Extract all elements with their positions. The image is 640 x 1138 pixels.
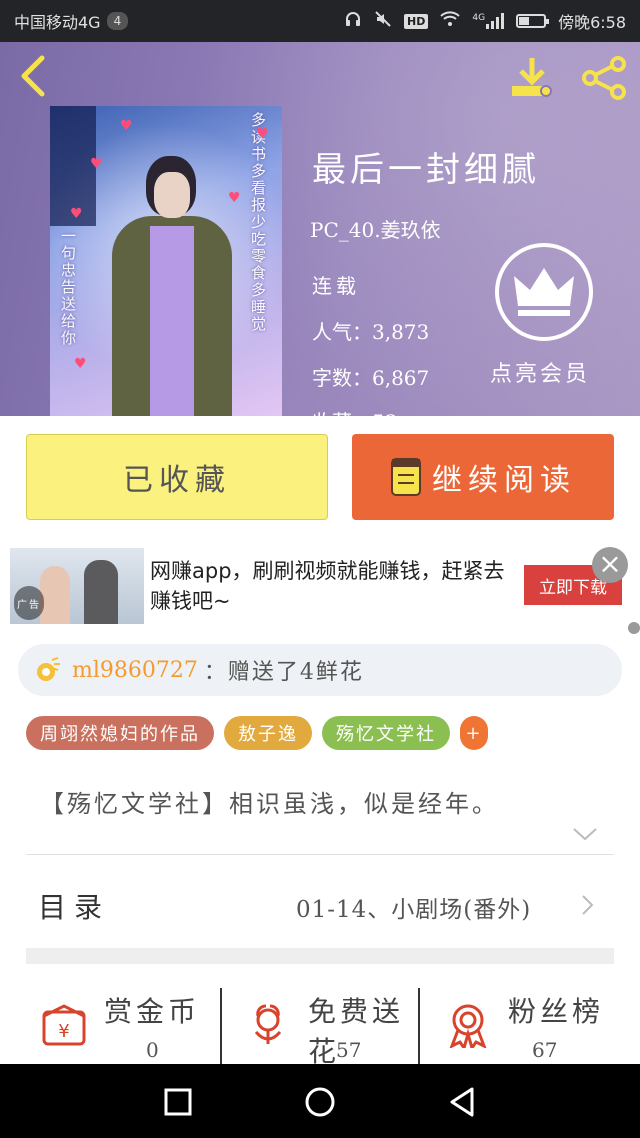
- stat-divider: [220, 988, 222, 1064]
- add-tag-button[interactable]: +: [460, 716, 488, 750]
- share-icon: [582, 56, 626, 100]
- tag-item[interactable]: 周翊然媳妇的作品: [26, 716, 214, 750]
- gift-message: ：赠送了4鲜花: [203, 660, 364, 685]
- notification-count-badge: 4: [106, 12, 129, 30]
- back-button[interactable]: [14, 54, 54, 98]
- book-word-count: 字数：6,867: [312, 366, 430, 390]
- heart-icon: ♥: [228, 190, 241, 206]
- coin-envelope-icon: ¥: [42, 1004, 86, 1046]
- section-gap: [26, 948, 614, 964]
- back-nav-icon[interactable]: [444, 1084, 480, 1120]
- crown-icon[interactable]: [494, 242, 594, 342]
- member-label[interactable]: 点亮会员: [490, 356, 590, 388]
- headphones-icon: [344, 10, 362, 32]
- home-icon[interactable]: [302, 1084, 338, 1120]
- tag-list: 周翊然媳妇的作品 敖子逸 殇忆文学社 +: [26, 716, 488, 750]
- heart-icon: ♥: [74, 356, 87, 372]
- continue-reading-button[interactable]: 继续阅读: [352, 434, 614, 520]
- gift-notice: ml9860727 ：赠送了4鲜花: [18, 644, 622, 696]
- reward-coins-value: 0: [146, 1038, 159, 1062]
- continue-reading-label: 继续阅读: [432, 463, 576, 498]
- catalog-label: 目录: [38, 891, 111, 924]
- tag-item[interactable]: 殇忆文学社: [322, 716, 450, 750]
- chevron-down-icon[interactable]: [572, 826, 598, 842]
- flower-icon: [254, 1004, 282, 1044]
- book-status: 连载: [312, 274, 360, 298]
- book-header: 一句忠告送给你 多读书多看报少吃零食多睡觉 ♥ ♥ ♥ ♥ ♥ ♥ 最后一封细腻…: [0, 42, 640, 416]
- medal-icon: [449, 1004, 487, 1048]
- heart-icon: ♥: [70, 206, 83, 222]
- cover-text-left: 一句忠告送给你: [59, 228, 77, 347]
- ad-info-icon[interactable]: [628, 622, 640, 634]
- book-popularity: 人气：3,873: [312, 320, 430, 344]
- wifi-icon: [440, 11, 461, 31]
- heart-icon: ♥: [120, 118, 133, 134]
- book-author[interactable]: PC_40.姜玖依: [310, 214, 441, 243]
- collected-button[interactable]: 已收藏: [26, 434, 328, 520]
- reward-coins-button[interactable]: ¥ 赏金币 0: [20, 964, 216, 1064]
- network-type-label: 4G: [472, 13, 486, 23]
- book-title: 最后一封细腻: [312, 150, 540, 190]
- bottom-stats: ¥ 赏金币 0 免费送花 57 粉丝榜 67: [0, 964, 640, 1068]
- battery-icon: [516, 14, 550, 28]
- heart-icon: ♥: [256, 126, 269, 142]
- cover-text-right: 多读书多看报少吃零食多睡觉: [249, 112, 267, 333]
- catalog-row[interactable]: 目录 01-14、小剧场(番外): [0, 856, 640, 948]
- ad-text: 网赚app，刷刷视频就能赚钱，赶紧去赚钱吧~: [150, 559, 505, 613]
- download-button[interactable]: [508, 54, 556, 102]
- svg-text:¥: ¥: [58, 1021, 69, 1042]
- chevron-right-icon: [582, 895, 594, 915]
- book-favorites-count: 收藏：53: [312, 406, 397, 416]
- reward-coins-label: 赏金币: [104, 995, 201, 1028]
- ad-thumbnail: 广告: [10, 548, 144, 624]
- free-flowers-label: 免费送花: [308, 995, 405, 1068]
- book-cover-image[interactable]: 一句忠告送给你 多读书多看报少吃零食多睡觉 ♥ ♥ ♥ ♥ ♥ ♥: [50, 106, 282, 416]
- free-flowers-value: 57: [336, 1038, 362, 1062]
- divider: [26, 854, 614, 855]
- status-bar: 中国移动4G 4 HD 4G 傍晚6:58: [0, 0, 640, 42]
- recent-apps-icon[interactable]: [160, 1084, 196, 1120]
- system-nav-bar: [0, 1064, 640, 1138]
- mute-icon: [374, 10, 392, 32]
- flower-icon: [37, 657, 60, 681]
- book-icon: [391, 458, 421, 496]
- ad-close-button[interactable]: ×: [592, 547, 628, 583]
- fan-ranking-button[interactable]: 粉丝榜 67: [424, 964, 620, 1064]
- gift-user[interactable]: ml9860727: [72, 658, 198, 683]
- latest-chapter: 01-14、小剧场(番外): [296, 897, 532, 923]
- ad-tag: 广告: [14, 586, 44, 620]
- fan-ranking-value: 67: [532, 1038, 558, 1062]
- tag-item[interactable]: 敖子逸: [224, 716, 312, 750]
- cell-signal-icon: 4G: [472, 13, 505, 29]
- hd-icon: HD: [404, 13, 429, 29]
- free-flowers-button[interactable]: 免费送花 57: [224, 964, 420, 1068]
- heart-icon: ♥: [90, 156, 103, 172]
- fan-ranking-label: 粉丝榜: [508, 995, 605, 1028]
- book-intro: 【殇忆文学社】相识虽浅，似是经年。: [40, 790, 499, 818]
- carrier-label: 中国移动4G: [14, 13, 101, 32]
- download-icon: [512, 58, 552, 97]
- stat-divider: [418, 988, 420, 1064]
- collected-button-label: 已收藏: [123, 463, 231, 498]
- clock-label: 傍晚6:58: [558, 13, 626, 32]
- share-button[interactable]: [580, 54, 628, 102]
